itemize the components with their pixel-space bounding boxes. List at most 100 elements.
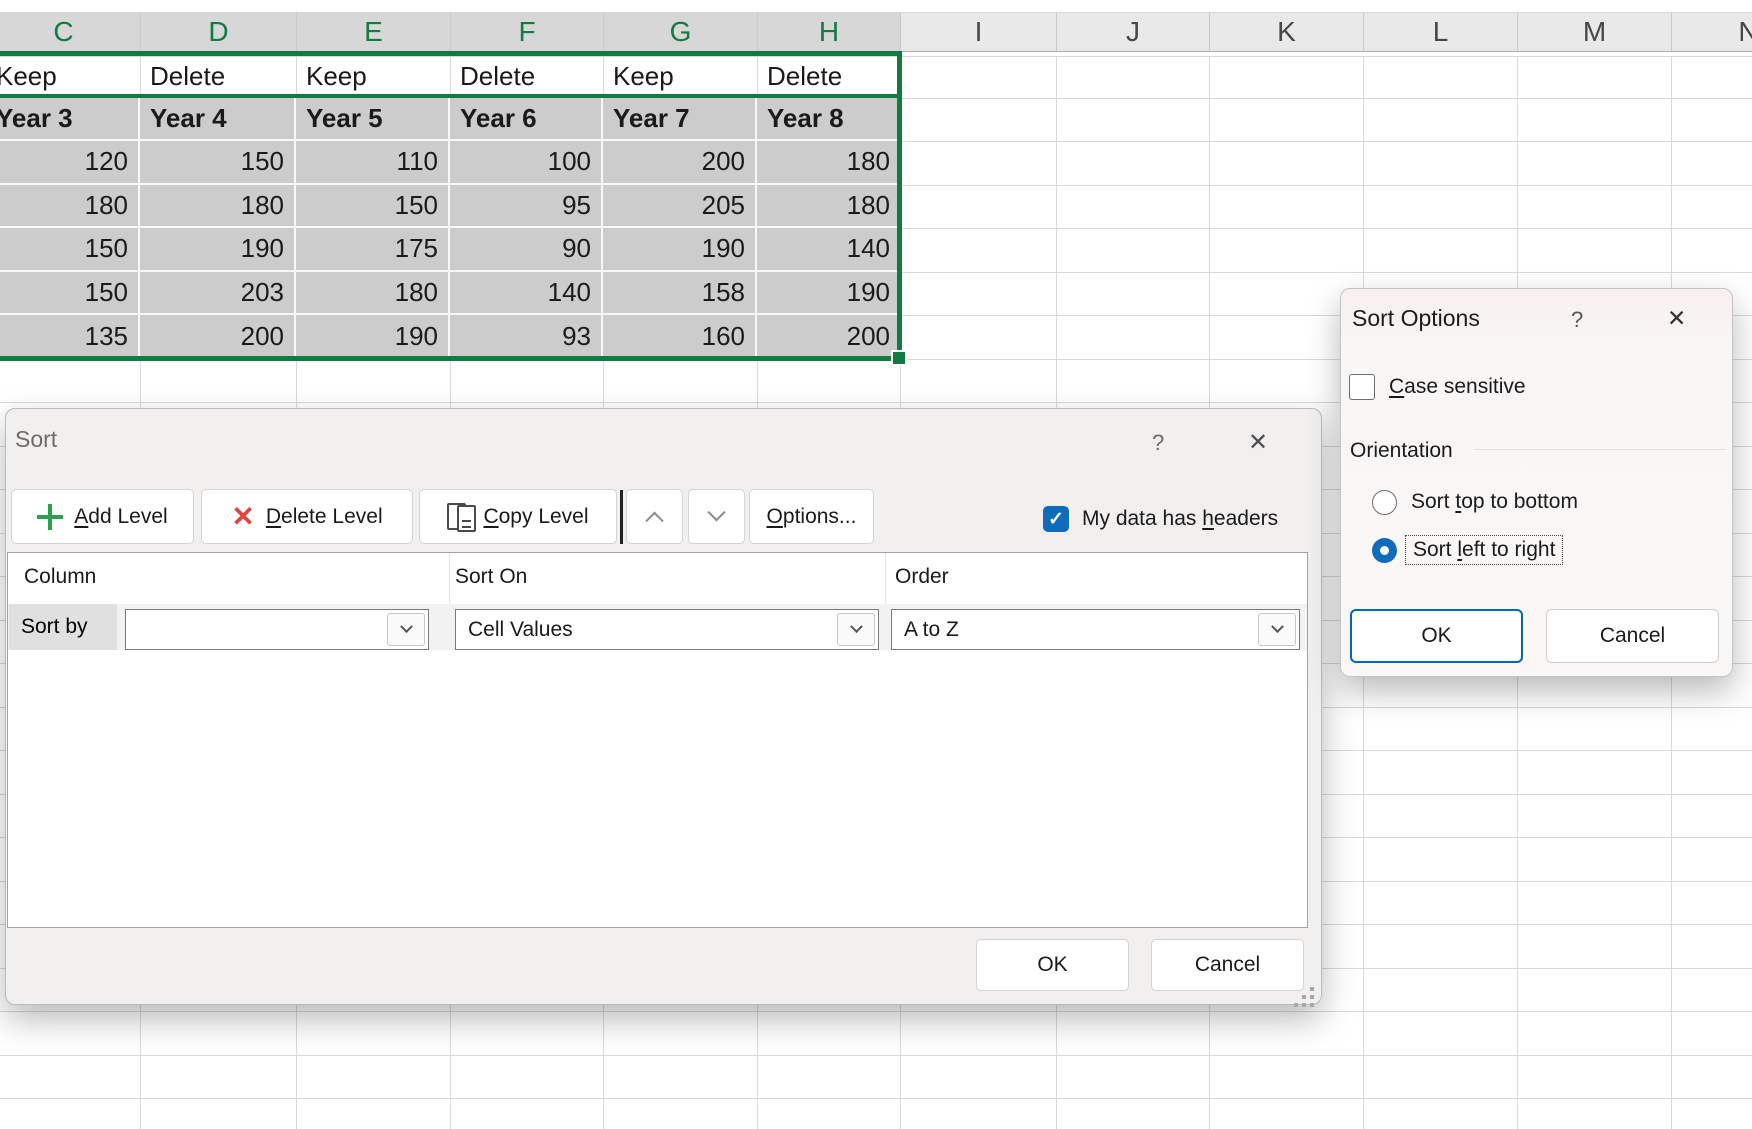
help-icon[interactable]: ? <box>1571 307 1583 333</box>
grid-cell[interactable]: 180 <box>757 185 900 229</box>
grid-cell[interactable]: Year 6 <box>450 98 603 142</box>
dropdown-chevron-icon[interactable] <box>837 613 875 646</box>
grid-cell[interactable]: 90 <box>450 228 603 272</box>
column-header-F[interactable]: F <box>450 13 603 51</box>
sort-left-to-right-label: Sort left to right <box>1413 538 1555 561</box>
grid-cell[interactable]: 160 <box>603 315 757 359</box>
delete-level-label: Delete Level <box>266 505 383 529</box>
radio-selected-icon[interactable] <box>1372 538 1397 563</box>
grid-cell[interactable]: 150 <box>0 228 140 272</box>
delete-x-icon: ✕ <box>231 503 254 531</box>
column-header-E[interactable]: E <box>296 13 450 51</box>
sort-on-dropdown[interactable]: Cell Values <box>455 609 879 650</box>
grid-cell[interactable]: Keep <box>0 56 140 98</box>
grid-cell[interactable]: 180 <box>0 185 140 229</box>
grid-cell[interactable]: Delete <box>450 56 603 98</box>
move-up-button[interactable] <box>626 489 683 544</box>
column-header-M[interactable]: M <box>1517 13 1671 51</box>
selection-header-divider <box>0 94 897 98</box>
grid-cell[interactable]: Year 8 <box>757 98 900 142</box>
grid-cell[interactable]: Keep <box>603 56 757 98</box>
gridline <box>0 1055 1752 1056</box>
sort-top-to-bottom-option[interactable]: Sort top to bottom <box>1372 486 1578 518</box>
grid-cell[interactable]: 110 <box>296 141 450 185</box>
cancel-button[interactable]: Cancel <box>1151 939 1304 991</box>
grid-cell[interactable]: 95 <box>450 185 603 229</box>
column-header-label: Column <box>24 565 96 589</box>
orientation-label: Orientation <box>1350 439 1453 463</box>
grid-cell[interactable]: 140 <box>757 228 900 272</box>
grid-cell[interactable]: 190 <box>603 228 757 272</box>
grid-cell[interactable]: 120 <box>0 141 140 185</box>
fill-handle[interactable] <box>891 350 907 366</box>
grid-cell[interactable]: 200 <box>603 141 757 185</box>
grid-cell[interactable]: 180 <box>140 185 296 229</box>
column-header-D[interactable]: D <box>140 13 296 51</box>
grid-cell[interactable]: 135 <box>0 315 140 359</box>
grid-cell[interactable]: 203 <box>140 272 296 316</box>
grid-cell[interactable]: 150 <box>0 272 140 316</box>
grid-cell[interactable]: 140 <box>450 272 603 316</box>
grid-cell[interactable]: 175 <box>296 228 450 272</box>
copy-level-button[interactable]: Copy Level <box>419 489 617 544</box>
resize-grip[interactable] <box>1294 987 1298 991</box>
column-header-K[interactable]: K <box>1209 13 1363 51</box>
grid-cell[interactable]: 100 <box>450 141 603 185</box>
chevron-up-icon <box>645 512 663 530</box>
dropdown-chevron-icon[interactable] <box>387 613 425 646</box>
grid-cell[interactable]: 150 <box>140 141 296 185</box>
radio-unselected-icon[interactable] <box>1372 490 1397 515</box>
grid-cell[interactable]: 205 <box>603 185 757 229</box>
close-icon[interactable]: ✕ <box>1667 305 1686 332</box>
delete-level-button[interactable]: ✕ Delete Level <box>201 489 413 544</box>
excel-window: KeepDeleteKeepDeleteKeepDeleteYear 3Year… <box>0 0 1752 1129</box>
headers-checkbox[interactable]: ✓ <box>1043 506 1069 532</box>
cancel-button[interactable]: Cancel <box>1546 609 1719 663</box>
move-down-button[interactable] <box>688 489 745 544</box>
order-dropdown[interactable]: A to Z <box>891 609 1300 650</box>
focus-rectangle: Sort left to right <box>1405 535 1563 565</box>
grid-cell[interactable]: Delete <box>140 56 296 98</box>
grid-cell[interactable]: 190 <box>296 315 450 359</box>
ok-button[interactable]: OK <box>976 939 1129 991</box>
grid-cell[interactable]: Delete <box>757 56 900 98</box>
add-level-button[interactable]: Add Level <box>11 489 194 544</box>
sort-by-label: Sort by <box>9 604 117 650</box>
ok-button[interactable]: OK <box>1350 609 1523 663</box>
case-sensitive-checkbox[interactable] <box>1349 374 1375 400</box>
grid-cell[interactable]: Year 5 <box>296 98 450 142</box>
sort-left-to-right-option[interactable]: Sort left to right <box>1372 532 1563 568</box>
column-header-G[interactable]: G <box>603 13 757 51</box>
grid-cell[interactable]: 93 <box>450 315 603 359</box>
formula-bar-bottom-strip <box>0 0 1752 13</box>
column-header-L[interactable]: L <box>1363 13 1517 51</box>
selection-border-right <box>897 51 902 360</box>
grid-cell[interactable]: 190 <box>757 272 900 316</box>
column-header-J[interactable]: J <box>1056 13 1209 51</box>
grid-cell[interactable]: Keep <box>296 56 450 98</box>
grid-cell[interactable]: 200 <box>757 315 900 359</box>
headers-checkbox-label: My data has headers <box>1082 507 1278 531</box>
grid-cell[interactable]: Year 3 <box>0 98 140 142</box>
selection-border-top <box>0 51 902 56</box>
grid-cell[interactable]: 180 <box>757 141 900 185</box>
options-button[interactable]: Options... <box>749 489 874 544</box>
close-icon[interactable]: ✕ <box>1248 428 1268 457</box>
column-header-H[interactable]: H <box>757 13 900 51</box>
dropdown-chevron-icon[interactable] <box>1258 613 1296 646</box>
column-header-N[interactable]: N <box>1671 13 1752 51</box>
grid-cell[interactable]: Year 7 <box>603 98 757 142</box>
case-sensitive-label: Case sensitive <box>1389 375 1526 399</box>
order-dropdown-value: A to Z <box>904 618 959 642</box>
grid-cell[interactable]: 180 <box>296 272 450 316</box>
column-dropdown[interactable] <box>125 609 429 650</box>
grid-cell[interactable]: Year 4 <box>140 98 296 142</box>
column-header-C[interactable]: C <box>0 13 140 51</box>
grid-cell[interactable]: 150 <box>296 185 450 229</box>
column-header-I[interactable]: I <box>900 13 1056 51</box>
help-icon[interactable]: ? <box>1152 430 1164 456</box>
grid-cell[interactable]: 190 <box>140 228 296 272</box>
my-data-has-headers-row: ✓ My data has headers <box>1043 503 1278 535</box>
grid-cell[interactable]: 200 <box>140 315 296 359</box>
grid-cell[interactable]: 158 <box>603 272 757 316</box>
